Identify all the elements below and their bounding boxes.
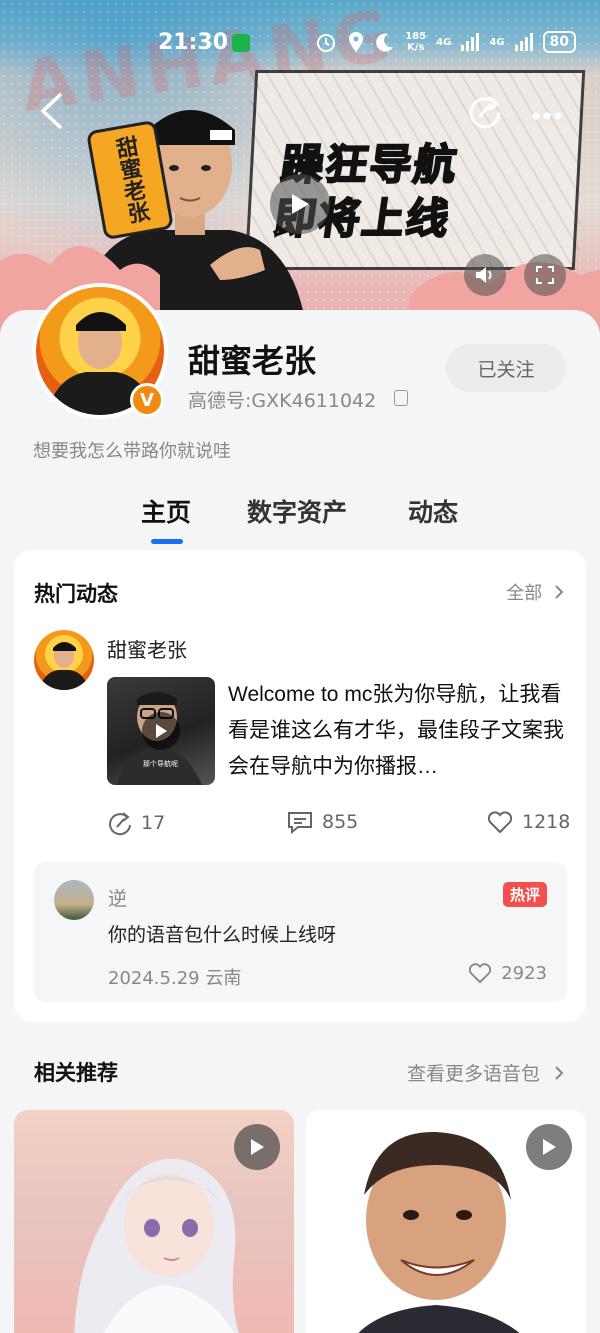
signal1-label: 4G [436,36,452,48]
like-count-value: 1218 [522,811,571,833]
status-icons: 185 K/s 4G 4G 80 [315,31,576,53]
more-options-button[interactable] [532,106,562,125]
comment-count-value: 855 [322,811,359,833]
recommend-more-link[interactable]: 查看更多语音包 [407,1059,564,1086]
thumbnail-play-button[interactable] [142,712,180,750]
net-speed-unit: K/s [407,42,425,53]
signal2-label: 4G [489,36,505,48]
banner-play-button[interactable] [270,174,330,234]
recommend-more-label: 查看更多语音包 [406,1063,540,1085]
profile-id: 高德号:GXK4611042 [188,386,376,413]
commenter-name[interactable]: 逆 [108,884,127,911]
network-speed: 185 K/s [405,31,426,53]
comment-like-count: 2923 [501,962,547,984]
recommend-play-button-1[interactable] [234,1124,280,1170]
recommend-title: 相关推荐 [34,1061,118,1085]
status-bar: 21:30 185 K/s 4G 4G 80 [0,28,600,64]
hot-comment-badge: 热评 [502,882,547,907]
fullscreen-button[interactable] [524,254,566,296]
share-icon [469,96,501,129]
speaker-icon [476,267,492,283]
back-arrow-icon [40,93,62,129]
fullscreen-icon [536,266,554,284]
back-button[interactable] [38,92,64,134]
heart-icon [487,811,513,834]
profile-id-label: 高德号: [188,390,252,412]
post-comment-count[interactable]: 855 [286,810,358,834]
post-like-count[interactable]: 1218 [486,810,570,834]
more-dots-icon [532,112,562,120]
recommend-card-2[interactable] [306,1110,586,1333]
post-share-count[interactable]: 17 [107,810,165,836]
profile-id-value: GXK4611042 [251,390,377,412]
post-author-name[interactable]: 甜蜜老张 [107,634,187,663]
post-avatar-illustration [39,642,89,690]
commenter-avatar[interactable] [54,880,94,920]
alarm-icon [317,34,336,52]
recommend-play-button-2[interactable] [526,1124,572,1170]
play-icon [292,194,309,214]
hot-posts-more-label: 全部 [506,583,543,604]
post-author-avatar[interactable] [34,630,94,690]
hot-posts-title: 热门动态 [34,582,118,606]
top-comment[interactable]: 逆 热评 你的语音包什么时候上线呀 2024.5.29 云南 2923 [34,862,567,1002]
play-icon [251,1139,264,1155]
tab-digital-assets[interactable]: 数字资产 [247,493,347,529]
copy-icon[interactable] [394,390,408,406]
comment-text: 你的语音包什么时候上线呀 [108,924,337,946]
profile-bio: 想要我怎么带路你就说哇 [33,441,231,462]
share-button[interactable] [466,92,504,134]
post-text[interactable]: Welcome to mc张为你导航，让我看看是谁这么有才华，最佳段子文案我会在… [228,677,568,785]
hot-posts-card: 热门动态 全部 甜蜜老张 那个导航呢 Welcome to mc张为你导航，让我… [14,550,586,1022]
chevron-right-icon [555,1066,564,1080]
net-speed-value: 185 [405,31,427,42]
tab-feed[interactable]: 动态 [408,493,458,529]
profile-name: 甜蜜老张 [188,342,317,380]
play-icon [156,724,167,738]
location-icon [349,32,364,52]
signal-bars-1-icon [461,33,480,51]
share-count-value: 17 [141,812,166,834]
recommend-card-1[interactable] [14,1110,294,1333]
verified-badge: V [130,383,164,417]
status-time: 21:30 [158,30,229,55]
hot-posts-more-link[interactable]: 全部 [506,579,564,605]
active-tab-indicator [151,539,183,544]
tab-home[interactable]: 主页 [141,493,191,529]
volume-button[interactable] [464,254,506,296]
play-icon [543,1139,556,1155]
share-icon [109,812,131,836]
heart-icon [469,963,492,984]
follow-button[interactable]: 已关注 [446,344,566,392]
profile-tabs: 主页 数字资产 动态 [0,493,600,553]
comment-like-button[interactable]: 2923 [467,962,547,984]
chevron-right-icon [555,585,564,599]
moon-icon [376,33,394,52]
comment-icon [288,812,312,834]
wechat-notification-icon [232,34,250,52]
battery-indicator: 80 [542,31,576,53]
post-video-thumbnail[interactable]: 那个导航呢 [107,677,215,785]
signal-bars-2-icon [514,33,533,51]
comment-meta: 2024.5.29 云南 [108,968,242,989]
thumbnail-caption: 那个导航呢 [143,760,178,768]
